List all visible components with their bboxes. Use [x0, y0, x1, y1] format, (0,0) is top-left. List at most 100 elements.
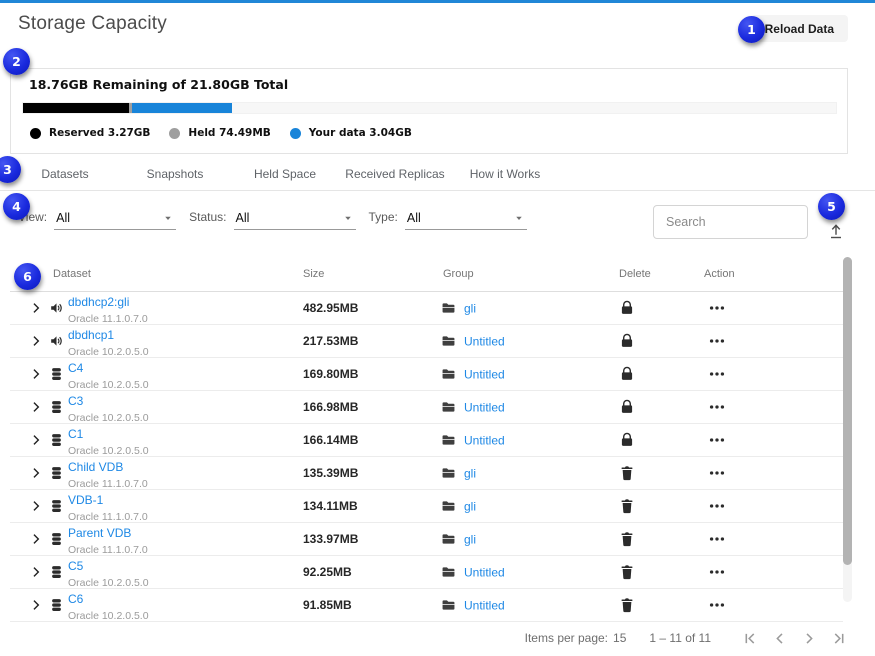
tab-datasets[interactable]: Datasets [10, 157, 120, 190]
group-link[interactable]: gli [464, 499, 476, 513]
group-link[interactable]: Untitled [464, 565, 505, 579]
vdb-icon [49, 367, 64, 382]
group-link[interactable]: gli [464, 466, 476, 480]
expand-chevron-icon[interactable] [29, 565, 43, 579]
paginator: Items per page: 15 1 – 11 of 11 [525, 622, 848, 654]
row-actions-icon[interactable] [707, 331, 727, 351]
dataset-size: 169.80MB [303, 367, 358, 381]
lock-icon[interactable] [618, 299, 636, 317]
dataset-name-link[interactable]: dbdhcp1 [68, 328, 149, 342]
paginator-range: 1 – 11 of 11 [649, 631, 711, 645]
next-page-icon[interactable] [801, 630, 818, 647]
filter-selected-value: All [56, 211, 70, 225]
legend-item: Reserved 3.27GB [30, 127, 150, 139]
legend-dot [30, 128, 41, 139]
trash-icon[interactable] [618, 596, 636, 614]
dataset-version: Oracle 11.1.0.7.0 [68, 511, 148, 523]
trash-icon[interactable] [618, 464, 636, 482]
tab-received-replicas[interactable]: Received Replicas [340, 157, 450, 190]
group-link[interactable]: gli [464, 301, 476, 315]
group-link[interactable]: gli [464, 532, 476, 546]
dataset-name-link[interactable]: C4 [68, 361, 149, 375]
folder-icon [441, 466, 456, 481]
expand-chevron-icon[interactable] [29, 334, 43, 348]
first-page-icon[interactable] [741, 630, 758, 647]
expand-chevron-icon[interactable] [29, 466, 43, 480]
dataset-name-link[interactable]: C3 [68, 394, 149, 408]
dataset-name-cell: C1 Oracle 10.2.0.5.0 [68, 427, 149, 459]
lock-icon[interactable] [618, 365, 636, 383]
tab-how-it-works[interactable]: How it Works [450, 157, 560, 190]
row-actions-icon[interactable] [707, 496, 727, 516]
dataset-name-link[interactable]: C6 [68, 592, 149, 606]
trash-icon[interactable] [618, 563, 636, 581]
previous-page-icon[interactable] [771, 630, 788, 647]
row-actions-icon[interactable] [707, 463, 727, 483]
tab-snapshots[interactable]: Snapshots [120, 157, 230, 190]
table-row: C3 Oracle 10.2.0.5.0 166.98MB Untitled [10, 391, 843, 424]
row-actions-icon[interactable] [707, 430, 727, 450]
expand-chevron-icon[interactable] [29, 598, 43, 612]
search-input[interactable] [653, 205, 808, 239]
expand-chevron-icon[interactable] [29, 532, 43, 546]
dataset-name-link[interactable]: Child VDB [68, 460, 148, 474]
folder-icon [441, 433, 456, 448]
row-actions-icon[interactable] [707, 364, 727, 384]
group-cell: Untitled [441, 334, 505, 349]
vdb-icon [49, 466, 64, 481]
folder-icon [441, 367, 456, 382]
trash-icon[interactable] [618, 497, 636, 515]
capacity-bar-segment [132, 103, 231, 113]
filter-select[interactable]: All [405, 211, 527, 230]
table-header: Dataset Size Group Delete Action [10, 257, 843, 292]
dataset-name-link[interactable]: Parent VDB [68, 526, 148, 540]
scrollbar-thumb[interactable] [843, 257, 852, 565]
group-link[interactable]: Untitled [464, 334, 505, 348]
group-link[interactable]: Untitled [464, 400, 505, 414]
dataset-name-cell: C4 Oracle 10.2.0.5.0 [68, 361, 149, 393]
filter-select[interactable]: All [234, 211, 356, 230]
column-header-dataset: Dataset [53, 257, 91, 292]
row-actions-icon[interactable] [707, 529, 727, 549]
expand-chevron-icon[interactable] [29, 499, 43, 513]
group-cell: gli [441, 466, 476, 481]
capacity-summary-card: 18.76GB Remaining of 21.80GB Total Reser… [10, 68, 848, 154]
row-actions-icon[interactable] [707, 298, 727, 318]
vdb-icon [49, 433, 64, 448]
trash-icon[interactable] [618, 530, 636, 548]
lock-icon[interactable] [618, 431, 636, 449]
vdb-icon [49, 400, 64, 415]
group-link[interactable]: Untitled [464, 367, 505, 381]
group-link[interactable]: Untitled [464, 433, 505, 447]
tab-bar: Datasets Snapshots Held Space Received R… [10, 157, 560, 190]
dataset-version: Oracle 11.1.0.7.0 [68, 313, 148, 325]
expand-chevron-icon[interactable] [29, 367, 43, 381]
vdb-icon [49, 532, 64, 547]
row-actions-icon[interactable] [707, 595, 727, 615]
dataset-name-link[interactable]: C5 [68, 559, 149, 573]
legend-label: Your data 3.04GB [309, 127, 412, 139]
expand-chevron-icon[interactable] [29, 433, 43, 447]
row-actions-icon[interactable] [707, 397, 727, 417]
expand-chevron-icon[interactable] [29, 301, 43, 315]
items-per-page-value[interactable]: 15 [613, 631, 626, 645]
table-row: C6 Oracle 10.2.0.5.0 91.85MB Untitled [10, 589, 843, 622]
lock-icon[interactable] [618, 332, 636, 350]
row-actions-icon[interactable] [707, 562, 727, 582]
dataset-name-link[interactable]: C1 [68, 427, 149, 441]
dataset-name-link[interactable]: dbdhcp2:gli [68, 295, 148, 309]
dataset-size: 166.14MB [303, 433, 358, 447]
dataset-name-cell: C3 Oracle 10.2.0.5.0 [68, 394, 149, 426]
last-page-icon[interactable] [831, 630, 848, 647]
export-icon[interactable] [826, 221, 846, 241]
tab-held-space[interactable]: Held Space [230, 157, 340, 190]
lock-icon[interactable] [618, 398, 636, 416]
dataset-name-link[interactable]: VDB-1 [68, 493, 148, 507]
dataset-version: Oracle 10.2.0.5.0 [68, 577, 149, 589]
filter-label: Status: [189, 210, 226, 230]
group-link[interactable]: Untitled [464, 598, 505, 612]
reload-data-button[interactable]: Reload Data [751, 15, 848, 42]
filter-control: Type: All [369, 210, 527, 230]
filter-select[interactable]: All [54, 211, 176, 230]
expand-chevron-icon[interactable] [29, 400, 43, 414]
